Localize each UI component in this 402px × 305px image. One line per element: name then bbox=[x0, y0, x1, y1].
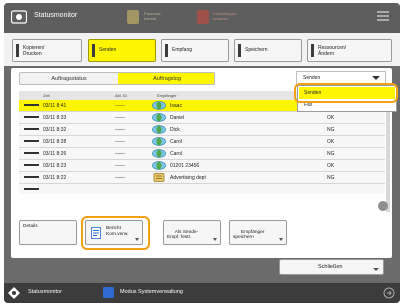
tab-label: Empfang bbox=[172, 47, 193, 53]
row-recipient: Dick bbox=[170, 127, 180, 133]
status-monitor-icon[interactable] bbox=[8, 287, 20, 299]
tab-store[interactable]: Speichern bbox=[234, 39, 302, 62]
table-row[interactable]: 03/11 8:28 ------ Carol OK bbox=[19, 136, 385, 148]
chevron-down-icon bbox=[373, 268, 379, 271]
tab-label: Senden bbox=[99, 47, 117, 53]
row-time: 03/11 8:32 bbox=[43, 127, 67, 133]
chevron-down-icon bbox=[213, 238, 217, 241]
category-tab-bar: Kopieren/ Drucken Senden Empfang Speiche… bbox=[4, 33, 400, 66]
row-job-id: ------ bbox=[115, 175, 125, 181]
row-job-id: ------ bbox=[115, 103, 125, 109]
scroll-down-button[interactable] bbox=[378, 201, 388, 211]
save-recipient-button[interactable]: Empfänger speichern bbox=[229, 220, 287, 245]
row-recipient: Daniel bbox=[170, 115, 185, 121]
set-as-recipient-button[interactable]: Als Sende- Empf. festl. bbox=[163, 220, 221, 245]
table-row-partial bbox=[19, 184, 385, 194]
row-recipient: Isaac bbox=[170, 103, 182, 109]
chevron-down-icon bbox=[372, 76, 380, 80]
tab-resources[interactable]: Ressourcen/ Ändern bbox=[307, 39, 392, 62]
row-time: 03/11 8:26 bbox=[43, 151, 67, 157]
recipient-icon bbox=[152, 125, 166, 134]
close-label: Schließen bbox=[318, 264, 343, 270]
row-job-id: ------ bbox=[115, 115, 125, 121]
tab-label: Ressourcen/ Ändern bbox=[318, 45, 347, 57]
row-result: OK bbox=[327, 115, 335, 121]
row-job-id: ------ bbox=[115, 127, 125, 133]
processing-status-text: Prozesse korrekt bbox=[144, 11, 161, 21]
dropdown-value: Senden bbox=[303, 75, 321, 81]
footer-status-monitor-label[interactable]: Statusmonitor bbox=[28, 289, 62, 295]
highlight-report-button bbox=[81, 216, 150, 250]
job-log-panel: Auftragsstatus Auftragslog Senden Zeit A… bbox=[11, 68, 398, 258]
settings-alert-icon bbox=[197, 10, 209, 24]
col-time: Zeit bbox=[43, 93, 50, 98]
details-button[interactable]: Details bbox=[19, 220, 77, 245]
row-result: NG bbox=[327, 127, 335, 133]
row-recipient: Carol bbox=[170, 151, 182, 157]
row-time: 03/11 8:28 bbox=[43, 139, 67, 145]
logout-icon[interactable] bbox=[383, 287, 395, 299]
subtab-job-log[interactable]: Auftragslog bbox=[118, 73, 214, 84]
processing-status-icon bbox=[127, 10, 139, 24]
button-label: Details bbox=[23, 224, 38, 229]
row-recipient: Carol bbox=[170, 139, 182, 145]
col-recipient: Empfänger bbox=[157, 93, 177, 98]
chevron-down-icon bbox=[279, 238, 283, 241]
recipient-icon bbox=[152, 161, 166, 170]
job-subtabs: Auftragsstatus Auftragslog bbox=[19, 72, 215, 85]
col-job-id: Abl. ID bbox=[115, 93, 128, 98]
button-label: Empfänger speichern bbox=[233, 229, 265, 241]
menu-icon[interactable] bbox=[376, 9, 390, 25]
group-recipient-icon bbox=[153, 173, 165, 182]
header-bar: Statusmonitor Prozesse korrekt Einstellu… bbox=[4, 3, 400, 33]
tab-receive[interactable]: Empfang bbox=[161, 39, 229, 62]
row-result: NG bbox=[327, 175, 335, 181]
device-screen: Statusmonitor Prozesse korrekt Einstellu… bbox=[4, 3, 400, 303]
table-row[interactable]: 03/11 8:23 ------ 01201 23456 OK bbox=[19, 160, 385, 172]
table-row[interactable]: 03/11 8:33 ------ Daniel OK bbox=[19, 112, 385, 124]
row-recipient: Advertising dept bbox=[170, 175, 206, 181]
tab-label: Kopieren/ Drucken bbox=[23, 45, 45, 57]
table-row[interactable]: 03/11 8:22 ------ Advertising dept NG bbox=[19, 172, 385, 184]
row-job-id: ------ bbox=[115, 163, 125, 169]
tab-label: Speichern bbox=[245, 47, 268, 53]
row-job-id: ------ bbox=[115, 151, 125, 157]
recipient-icon bbox=[152, 101, 166, 110]
scrollbar[interactable] bbox=[386, 100, 390, 212]
row-time: 03/11 8:41 bbox=[43, 103, 67, 109]
table-row[interactable]: 03/11 8:32 ------ Dick NG bbox=[19, 124, 385, 136]
recipient-icon bbox=[152, 137, 166, 146]
status-monitor-icon[interactable] bbox=[11, 10, 27, 24]
row-recipient: 01201 23456 bbox=[170, 163, 200, 169]
footer-mode-label: Modus Systemverwaltung bbox=[120, 289, 183, 295]
tab-send[interactable]: Senden bbox=[88, 39, 156, 62]
recipient-icon bbox=[152, 149, 166, 158]
row-time: 03/11 8:23 bbox=[43, 163, 67, 169]
row-result: OK bbox=[327, 139, 335, 145]
system-admin-icon bbox=[103, 287, 114, 298]
row-time: 03/11 8:33 bbox=[43, 115, 67, 121]
tab-copy-print[interactable]: Kopieren/ Drucken bbox=[12, 39, 82, 62]
close-button[interactable]: Schließen bbox=[279, 259, 384, 275]
recipient-icon bbox=[152, 113, 166, 122]
row-time: 03/11 8:22 bbox=[43, 175, 67, 181]
settings-alert-text: Einstellungen erfassen bbox=[213, 11, 238, 21]
subtab-job-status[interactable]: Auftragsstatus bbox=[20, 73, 118, 84]
row-result: NG bbox=[327, 151, 335, 157]
button-label: Als Sende- Empf. festl. bbox=[167, 229, 199, 241]
row-result: OK bbox=[327, 163, 335, 169]
highlight-send-option bbox=[294, 83, 398, 103]
header-title: Statusmonitor bbox=[34, 12, 78, 19]
table-row[interactable]: 03/11 8:26 ------ Carol NG bbox=[19, 148, 385, 160]
row-job-id: ------ bbox=[115, 139, 125, 145]
footer-bar: Statusmonitor Modus Systemverwaltung bbox=[4, 283, 400, 303]
